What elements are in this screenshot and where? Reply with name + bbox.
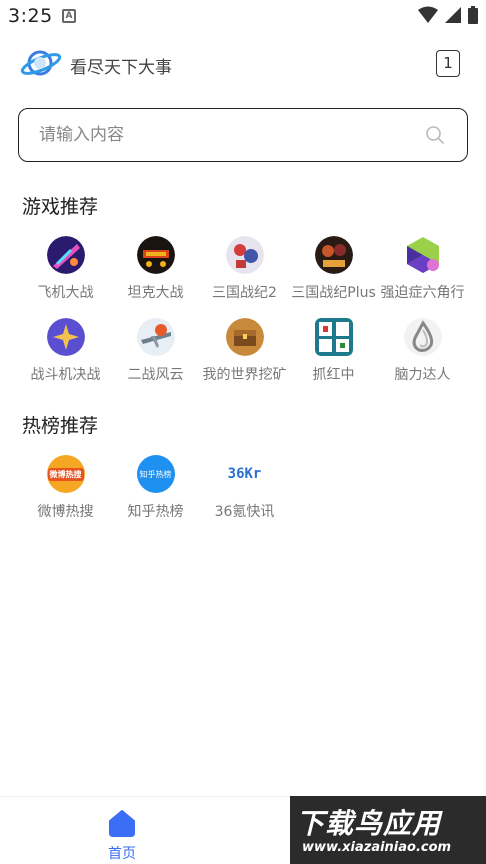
app-header: 看尽天下大事 1: [0, 32, 486, 96]
wifi-icon: [418, 6, 438, 23]
hot-item-zhihu[interactable]: 知乎热榜 知乎热榜: [107, 455, 204, 521]
watermark-logo: 下载鸟应用 www.xiazainiao.com: [290, 796, 486, 864]
hot-item-36kr[interactable]: 36Kr 36氪快讯: [196, 455, 293, 521]
weibo-badge-text: 微博热搜: [47, 467, 84, 481]
notification-a-icon: A: [62, 9, 76, 23]
home-icon: [109, 810, 135, 837]
three-kingdoms-plus-icon: [314, 236, 353, 274]
hexagon-game-icon: [406, 237, 439, 273]
status-bar: 3:25 A: [0, 0, 486, 32]
nav-home-label: 首页: [108, 846, 136, 862]
hot-item-weibo[interactable]: 微博热搜 微博热搜: [17, 455, 114, 521]
zhihu-badge-text: 知乎热榜: [139, 469, 172, 479]
game-label: 三国战纪Plus: [291, 285, 376, 301]
game-label: 抓红中: [312, 367, 355, 383]
three-kingdoms-2-icon: [225, 236, 264, 274]
status-icons: [418, 6, 478, 24]
game-label: 坦克大战: [127, 285, 184, 301]
zhihu-hot-icon: 知乎热榜: [136, 455, 175, 493]
app-title: 看尽天下大事: [70, 58, 172, 78]
hot-label: 微博热搜: [37, 504, 94, 520]
search-icon[interactable]: [425, 125, 445, 145]
hot-label: 36氪快讯: [214, 504, 275, 520]
game-item-tank[interactable]: 坦克大战: [107, 236, 204, 302]
cell-signal-icon: [445, 7, 461, 23]
water-drop-icon: [403, 318, 442, 356]
game-item-hexagon[interactable]: 强迫症六角行: [374, 236, 471, 302]
hot-label: 知乎热榜: [127, 504, 184, 520]
battery-icon: [468, 6, 478, 24]
game-item-fighter[interactable]: 战斗机决战: [17, 318, 114, 384]
game-label: 脑力达人: [394, 367, 451, 383]
game-item-three-kingdoms-plus[interactable]: 三国战纪Plus: [285, 236, 382, 302]
tank-game-icon: [136, 236, 175, 274]
game-item-mahjong[interactable]: 抓红中: [285, 318, 382, 384]
game-label: 飞机大战: [37, 285, 94, 301]
fighter-jet-icon: [46, 318, 85, 356]
nav-home-tab[interactable]: 首页: [102, 809, 142, 863]
weibo-hot-icon: 微博热搜: [46, 455, 85, 493]
ww2-plane-icon: [136, 318, 175, 356]
game-item-plane[interactable]: 飞机大战: [17, 236, 114, 302]
game-item-brain[interactable]: 脑力达人: [374, 318, 471, 384]
planet-logo-icon: [20, 50, 62, 76]
games-section-title: 游戏推荐: [22, 196, 99, 218]
36kr-icon: 36Kr: [225, 455, 264, 493]
watermark-title: 下载鸟应用: [296, 807, 442, 840]
game-label: 战斗机决战: [30, 367, 101, 383]
hot-section-title: 热榜推荐: [22, 415, 99, 437]
search-input[interactable]: [39, 109, 419, 160]
game-label: 二战风云: [127, 367, 184, 383]
36kr-badge-text: 36Kr: [227, 466, 262, 482]
search-box[interactable]: [18, 108, 468, 162]
game-label: 三国战纪2: [212, 285, 277, 301]
watermark-url: www.xiazainiao.com: [302, 840, 452, 855]
mahjong-icon: [314, 318, 353, 356]
tab-count-button[interactable]: 1: [436, 50, 460, 77]
game-label: 强迫症六角行: [380, 285, 465, 301]
game-item-minecraft[interactable]: 我的世界挖矿: [196, 318, 293, 384]
plane-game-icon: [46, 236, 85, 274]
game-item-three-kingdoms-2[interactable]: 三国战纪2: [196, 236, 293, 302]
game-label: 我的世界挖矿: [202, 367, 287, 383]
game-item-ww2[interactable]: 二战风云: [107, 318, 204, 384]
treasure-chest-icon: [225, 318, 264, 356]
status-time: 3:25: [8, 5, 53, 27]
